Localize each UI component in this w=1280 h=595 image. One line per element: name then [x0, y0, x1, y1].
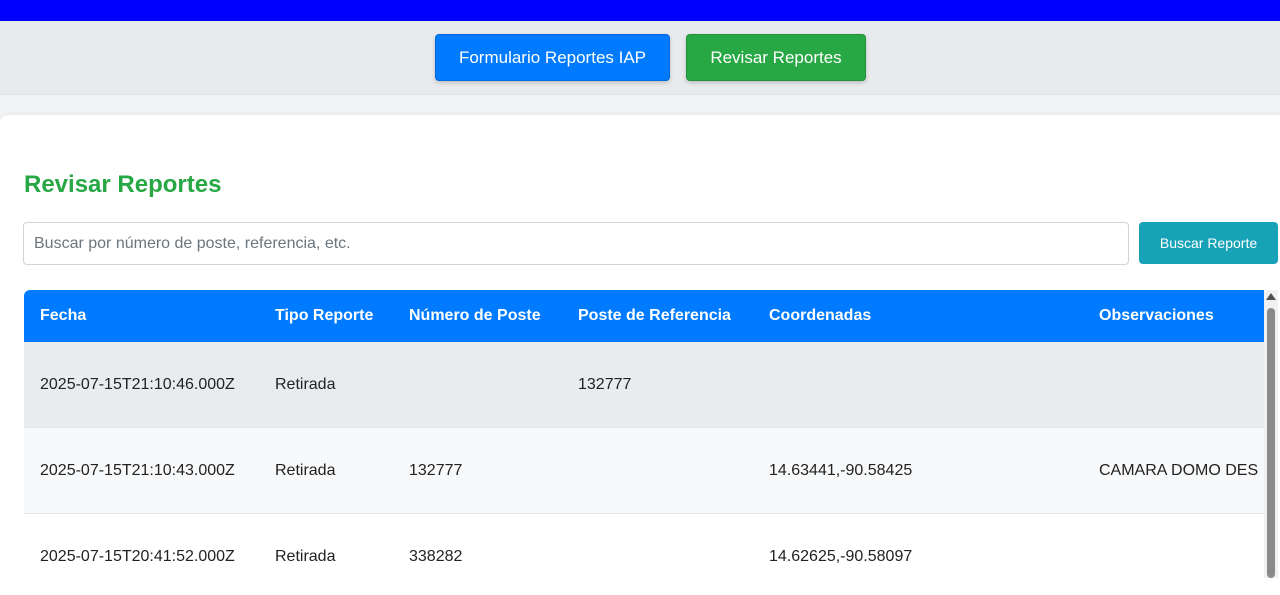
search-input[interactable]: [23, 222, 1129, 265]
header-tipo-reporte[interactable]: Tipo Reporte: [275, 307, 373, 325]
cell-observaciones: CAMARA DOMO DES: [1099, 462, 1259, 479]
cell-coordenadas: 14.63441,-90.58425: [769, 462, 913, 479]
cell-numero-poste: 338282: [409, 548, 463, 565]
cell-poste-referencia: 132777: [578, 376, 632, 393]
navbar: Formulario Reportes IAP Revisar Reportes: [0, 21, 1280, 95]
header-observaciones[interactable]: Observaciones: [1099, 307, 1214, 325]
form-reports-button[interactable]: Formulario Reportes IAP: [435, 34, 670, 81]
reports-table: Fecha Tipo Reporte Número de Poste Poste…: [24, 290, 1264, 578]
review-reports-button[interactable]: Revisar Reportes: [686, 34, 866, 81]
scroll-up-arrow-icon[interactable]: [1266, 293, 1276, 300]
table-row[interactable]: 2025-07-15T20:41:52.000Z Retirada 338282…: [24, 514, 1264, 578]
table-row[interactable]: 2025-07-15T21:10:43.000Z Retirada 132777…: [24, 428, 1264, 514]
table-scrollbar[interactable]: [1264, 290, 1278, 578]
table-header: Fecha Tipo Reporte Número de Poste Poste…: [24, 290, 1264, 342]
cell-tipo-reporte: Retirada: [275, 376, 336, 393]
header-numero-poste[interactable]: Número de Poste: [409, 307, 541, 325]
cell-tipo-reporte: Retirada: [275, 548, 336, 565]
cell-fecha: 2025-07-15T21:10:46.000Z: [40, 376, 235, 393]
cell-tipo-reporte: Retirada: [275, 462, 336, 479]
scroll-thumb[interactable]: [1267, 308, 1275, 578]
table-row[interactable]: 2025-07-15T21:10:46.000Z Retirada 132777: [24, 342, 1264, 428]
header-poste-referencia[interactable]: Poste de Referencia: [578, 307, 731, 325]
cell-coordenadas: 14.62625,-90.58097: [769, 548, 913, 565]
top-color-bar: [0, 0, 1280, 21]
cell-fecha: 2025-07-15T21:10:43.000Z: [40, 462, 235, 479]
search-button[interactable]: Buscar Reporte: [1139, 222, 1278, 264]
page-title: Revisar Reportes: [24, 171, 222, 198]
cell-numero-poste: 132777: [409, 462, 463, 479]
header-fecha[interactable]: Fecha: [40, 307, 86, 325]
header-coordenadas[interactable]: Coordenadas: [769, 307, 871, 325]
cell-fecha: 2025-07-15T20:41:52.000Z: [40, 548, 235, 565]
